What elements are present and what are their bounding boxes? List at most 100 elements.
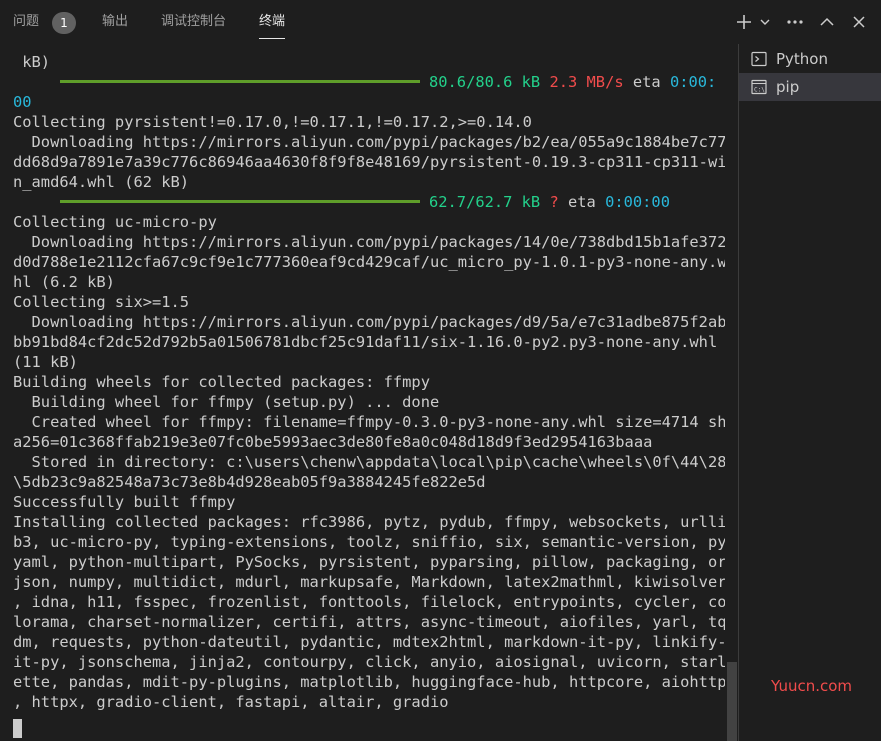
terminal-line: Building wheels for collected packages: … — [13, 372, 725, 392]
plus-icon — [737, 15, 751, 29]
terminal-line: , httpx, gradio-client, fastapi, altair,… — [13, 692, 725, 712]
terminal-line: json, numpy, multidict, mdurl, markupsaf… — [13, 572, 725, 592]
terminal-line: 62.7/62.7 kB ? eta 0:00:00 — [13, 192, 725, 212]
terminal-line: yaml, python-multipart, PySocks, pyrsist… — [13, 552, 725, 572]
terminal-text: json, numpy, multidict, mdurl, markupsaf… — [13, 573, 725, 591]
terminal-line: n_amd64.whl (62 kB) — [13, 172, 725, 192]
tab-terminal-label: 终端 — [259, 14, 286, 29]
terminal-line: Downloading https://mirrors.aliyun.com/p… — [13, 312, 725, 332]
terminal-line: Successfully built ffmpy — [13, 492, 725, 512]
terminal-text: n_amd64.whl (62 kB) — [13, 173, 190, 191]
terminal-line: Created wheel for ffmpy: filename=ffmpy-… — [13, 412, 725, 432]
tab-output[interactable]: 输出 — [102, 0, 128, 44]
terminal-text: 0:00: — [669, 73, 717, 91]
terminal-line: \5db23c9a82548a73c73e8b4d928eab05f9a3884… — [13, 472, 725, 492]
terminal-line: Collecting six>=1.5 — [13, 292, 725, 312]
terminal-text: lorama, charset-normalizer, certifi, att… — [13, 613, 725, 631]
terminal-text: Created wheel for ffmpy: filename=ffmpy-… — [13, 413, 725, 431]
terminal-list-item-python[interactable]: Python — [739, 45, 881, 73]
terminal-text: dm, requests, python-dateutil, pydantic,… — [13, 633, 725, 651]
terminal-scrollbar[interactable] — [727, 44, 737, 741]
terminal-text: b3, uc-micro-py, typing-extensions, tool… — [13, 533, 725, 551]
close-panel-button[interactable] — [848, 10, 870, 34]
terminal-text: 80.6/80.6 kB — [429, 73, 550, 91]
terminal-list-item-pip[interactable]: C:\ pip — [739, 73, 881, 101]
terminal-line: b3, uc-micro-py, typing-extensions, tool… — [13, 532, 725, 552]
terminal-scrollbar-thumb[interactable] — [727, 662, 737, 741]
tab-debug-console[interactable]: 调试控制台 — [161, 0, 226, 44]
terminal-text: Building wheel for ffmpy (setup.py) ... … — [13, 393, 440, 411]
terminal-text: Building wheels for collected packages: … — [13, 373, 430, 391]
terminal-line: Collecting pyrsistent!=0.17.0,!=0.17.1,!… — [13, 112, 725, 132]
terminal-line: kB) — [13, 52, 725, 72]
terminal-line: , idna, h11, fsspec, frozenlist, fonttoo… — [13, 592, 725, 612]
terminal-text: 2.3 MB/s — [549, 73, 624, 91]
terminal-line: Building wheel for ffmpy (setup.py) ... … — [13, 392, 725, 412]
ellipsis-icon — [787, 20, 803, 24]
terminal-list-item-label: Python — [776, 50, 828, 68]
terminal-text: (11 kB) — [13, 353, 78, 371]
terminal-text: ette, pandas, mdit-py-plugins, matplotli… — [13, 673, 725, 691]
terminal-line: dd68d9a7891e7a39c776c86946aa4630f8f9f8e4… — [13, 152, 725, 172]
terminal-line: lorama, charset-normalizer, certifi, att… — [13, 612, 725, 632]
tab-debug-console-label: 调试控制台 — [161, 14, 227, 29]
terminal-text: Stored in directory: c:\users\chenw\appd… — [13, 453, 725, 471]
terminal-text: Installing collected packages: rfc3986, … — [13, 513, 725, 531]
tab-problems[interactable]: 问题 — [13, 0, 39, 44]
terminal-text: kB) — [13, 53, 51, 71]
terminal-text: a256=01c368ffab219e3e07fc0be5993aec3de80… — [13, 433, 653, 451]
svg-text:C:\: C:\ — [754, 87, 765, 94]
tab-terminal[interactable]: 终端 — [259, 0, 286, 44]
terminal-list-item-label: pip — [776, 78, 800, 96]
terminal-text: yaml, python-multipart, PySocks, pyrsist… — [13, 553, 725, 571]
terminal-output[interactable]: kB) 80.6/80.6 kB 2.3 MB/s eta 0:00: 00 Coll… — [13, 52, 725, 741]
terminal-list: Python C:\ pip — [739, 44, 881, 741]
new-terminal-button[interactable] — [734, 10, 754, 34]
terminal-text: Downloading https://mirrors.aliyun.com/p… — [13, 233, 725, 251]
chevron-down-icon — [760, 19, 770, 25]
terminal-line: Installing collected packages: rfc3986, … — [13, 512, 725, 532]
terminal-text: , idna, h11, fsspec, frozenlist, fonttoo… — [13, 593, 725, 611]
terminal-text: 00 — [13, 93, 32, 111]
terminal-icon — [751, 51, 767, 67]
terminal-line: 80.6/80.6 kB 2.3 MB/s eta 0:00: — [13, 72, 725, 92]
terminal-text: dd68d9a7891e7a39c776c86946aa4630f8f9f8e4… — [13, 153, 725, 171]
terminal-text: eta — [623, 73, 670, 91]
terminal-text: bb91bd84cf2dc52d792b5a01506781dbcf25c91d… — [13, 333, 718, 351]
terminal-line: Stored in directory: c:\users\chenw\appd… — [13, 452, 725, 472]
terminal-text: eta — [558, 193, 606, 211]
panel-header: 问题 1 输出 调试控制台 终端 — [0, 0, 881, 44]
tab-output-label: 输出 — [102, 14, 129, 29]
terminal-line: hl (6.2 kB) — [13, 272, 725, 292]
terminal-text: Downloading https://mirrors.aliyun.com/p… — [13, 133, 725, 151]
terminal-text: Collecting pyrsistent!=0.17.0,!=0.17.1,!… — [13, 113, 532, 131]
more-actions-button[interactable] — [783, 10, 807, 34]
terminal-text: it-py, jsonschema, jinja2, contourpy, cl… — [13, 653, 725, 671]
terminal-line: 00 — [13, 92, 725, 112]
terminal-text: Collecting uc-micro-py — [13, 213, 217, 231]
terminal-line: it-py, jsonschema, jinja2, contourpy, cl… — [13, 652, 725, 672]
terminal-text: Collecting six>=1.5 — [13, 293, 190, 311]
terminal-line: d0d788e1e2112cfa67c9cf9e1c777360eaf9cd42… — [13, 252, 725, 272]
terminal-line: (11 kB) — [13, 352, 725, 372]
problems-count-badge: 1 — [52, 12, 76, 34]
terminal-text: Downloading https://mirrors.aliyun.com/p… — [13, 313, 725, 331]
tab-problems-label: 问题 — [13, 14, 40, 29]
terminal-dropdown-button[interactable] — [757, 10, 773, 34]
maximize-panel-button[interactable] — [816, 10, 838, 34]
terminal-text: Successfully built ffmpy — [13, 493, 236, 511]
terminal-text: 0:00:00 — [605, 193, 670, 211]
close-icon — [853, 16, 865, 28]
progress-bar — [60, 200, 420, 203]
terminal-line: a256=01c368ffab219e3e07fc0be5993aec3de80… — [13, 432, 725, 452]
terminal-line: ette, pandas, mdit-py-plugins, matplotli… — [13, 672, 725, 692]
progress-bar — [60, 80, 420, 83]
terminal-text: , httpx, gradio-client, fastapi, altair,… — [13, 693, 449, 711]
terminal-line: Downloading https://mirrors.aliyun.com/p… — [13, 132, 725, 152]
watermark: Yuucn.com — [771, 677, 853, 695]
terminal-text: \5db23c9a82548a73c73e8b4d928eab05f9a3884… — [13, 473, 486, 491]
terminal-line: bb91bd84cf2dc52d792b5a01506781dbcf25c91d… — [13, 332, 725, 352]
terminal-line: Downloading https://mirrors.aliyun.com/p… — [13, 232, 725, 252]
terminal-text: d0d788e1e2112cfa67c9cf9e1c777360eaf9cd42… — [13, 253, 725, 271]
terminal-text: hl (6.2 kB) — [13, 273, 115, 291]
